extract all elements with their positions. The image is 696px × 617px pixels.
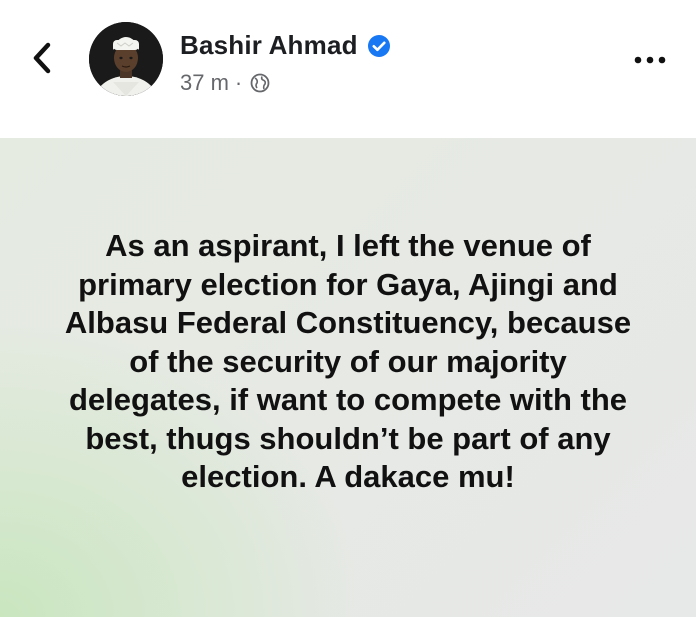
avatar[interactable] xyxy=(89,22,163,96)
meta-separator: · xyxy=(234,70,243,95)
name-row: Bashir Ahmad xyxy=(180,30,391,61)
more-options-button[interactable] xyxy=(630,52,670,68)
verified-badge-icon xyxy=(367,34,390,57)
post-meta: 37 m · xyxy=(180,70,270,96)
profile-name[interactable]: Bashir Ahmad xyxy=(180,30,358,61)
globe-icon[interactable] xyxy=(250,73,270,93)
chevron-left-icon xyxy=(33,42,51,74)
post-header: Bashir Ahmad 37 m · xyxy=(0,0,696,138)
more-options-icon xyxy=(634,56,666,64)
post-time[interactable]: 37 m xyxy=(180,70,229,96)
post-text: As an aspirant, I left the venue of prim… xyxy=(64,228,632,494)
avatar-image xyxy=(89,22,163,96)
back-button[interactable] xyxy=(28,38,60,78)
